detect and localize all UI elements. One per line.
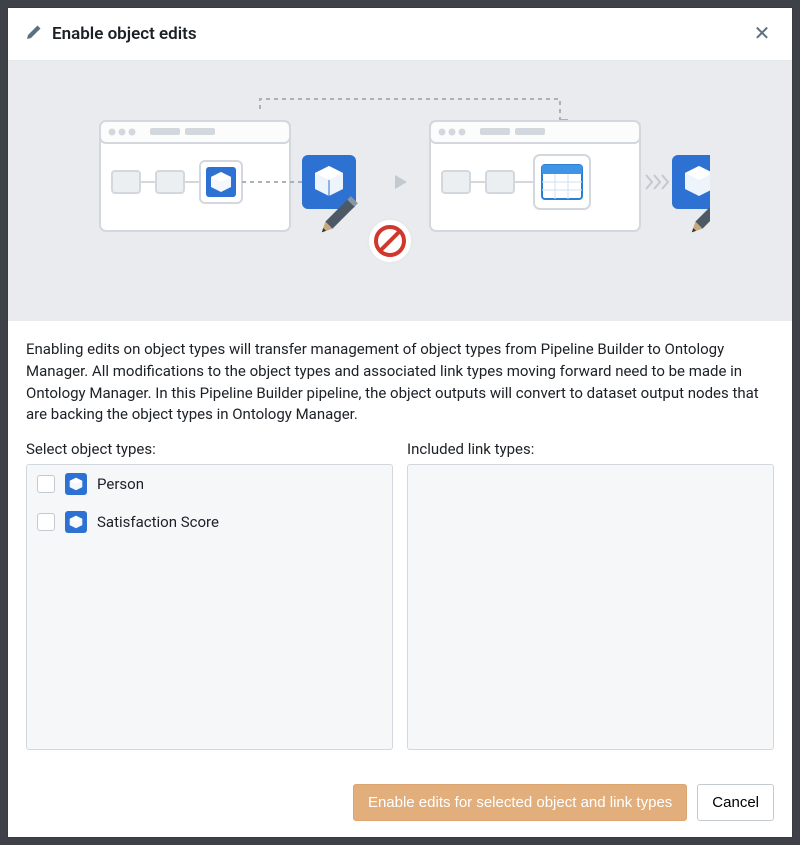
cube-icon — [65, 511, 87, 533]
cancel-button[interactable]: Cancel — [697, 784, 774, 821]
illustration-area — [8, 61, 792, 321]
close-icon: ✕ — [754, 23, 771, 45]
edit-icon — [26, 24, 42, 44]
description-text: Enabling edits on object types will tran… — [26, 339, 774, 426]
dialog-title: Enable object edits — [52, 24, 750, 44]
object-types-panel: Person Satisfaction Score — [26, 464, 393, 750]
object-type-checkbox[interactable] — [37, 475, 55, 493]
dialog-body: Enabling edits on object types will tran… — [8, 321, 792, 768]
dialog-footer: Enable edits for selected object and lin… — [8, 768, 792, 837]
close-button[interactable]: ✕ — [750, 22, 774, 46]
object-type-checkbox[interactable] — [37, 513, 55, 531]
cube-icon — [65, 473, 87, 495]
columns: Select object types: Person — [26, 440, 774, 750]
object-type-row[interactable]: Person — [27, 465, 392, 503]
object-type-row[interactable]: Satisfaction Score — [27, 503, 392, 541]
transition-illustration — [90, 91, 710, 291]
select-object-types-column: Select object types: Person — [26, 440, 393, 750]
link-types-panel — [407, 464, 774, 750]
enable-object-edits-dialog: Enable object edits ✕ — [8, 8, 792, 837]
enable-edits-button[interactable]: Enable edits for selected object and lin… — [353, 784, 687, 821]
object-type-label: Satisfaction Score — [97, 513, 219, 531]
select-object-types-label: Select object types: — [26, 440, 393, 458]
included-link-types-column: Included link types: — [407, 440, 774, 750]
dialog-header: Enable object edits ✕ — [8, 8, 792, 61]
included-link-types-label: Included link types: — [407, 440, 774, 458]
object-type-label: Person — [97, 475, 144, 493]
